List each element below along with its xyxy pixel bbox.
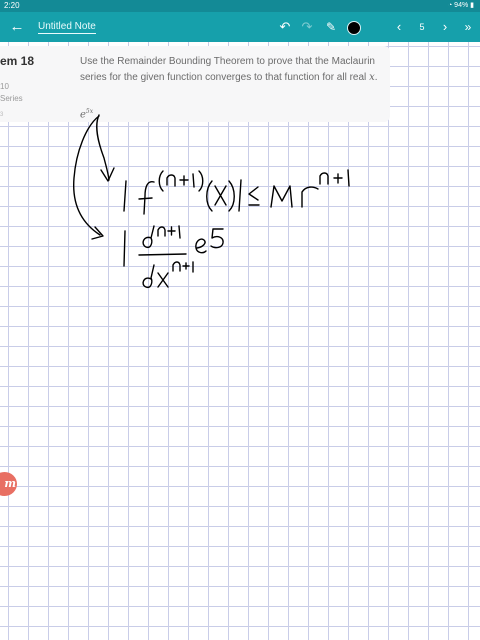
ink-n-sup xyxy=(166,174,176,187)
ink-plus-bottom xyxy=(182,262,190,270)
ink-r xyxy=(301,186,319,208)
ink-arrow-down xyxy=(96,114,110,181)
ink-one-top xyxy=(178,225,181,239)
ink-e xyxy=(195,238,207,254)
ink-paren-close xyxy=(228,180,235,212)
ink-M xyxy=(270,185,293,208)
ink-plus-sup-2 xyxy=(333,173,343,184)
ink-n-sup-2 xyxy=(319,172,329,185)
ink-leq xyxy=(248,186,260,206)
ink-fraction-bar xyxy=(138,253,187,256)
ink-n-top xyxy=(157,226,166,237)
ink-abs-bar-left xyxy=(123,180,127,212)
ink-d-top xyxy=(142,225,155,249)
ink-x-bottom xyxy=(157,272,169,288)
ink-paren-close-sup xyxy=(198,170,204,192)
handwriting-layer xyxy=(73,114,350,289)
ink-n-bottom xyxy=(172,261,181,272)
ink-plus-top xyxy=(167,226,176,236)
ink-d-bottom xyxy=(142,264,155,289)
logo-glyph: m xyxy=(4,477,16,490)
ink-abs-bar-2 xyxy=(123,230,126,267)
ink-five xyxy=(210,228,224,249)
ink-f xyxy=(138,181,155,215)
ink-abs-bar-right xyxy=(238,179,242,212)
ink-plus-sup xyxy=(179,175,189,186)
ink-one-sup-2 xyxy=(347,169,350,187)
ink-arrow-curve xyxy=(73,115,101,236)
ink-one-sup xyxy=(192,173,195,188)
ink-paren-open-sup xyxy=(158,170,164,192)
ink-x xyxy=(214,185,227,206)
ink-paren-open xyxy=(206,180,213,212)
